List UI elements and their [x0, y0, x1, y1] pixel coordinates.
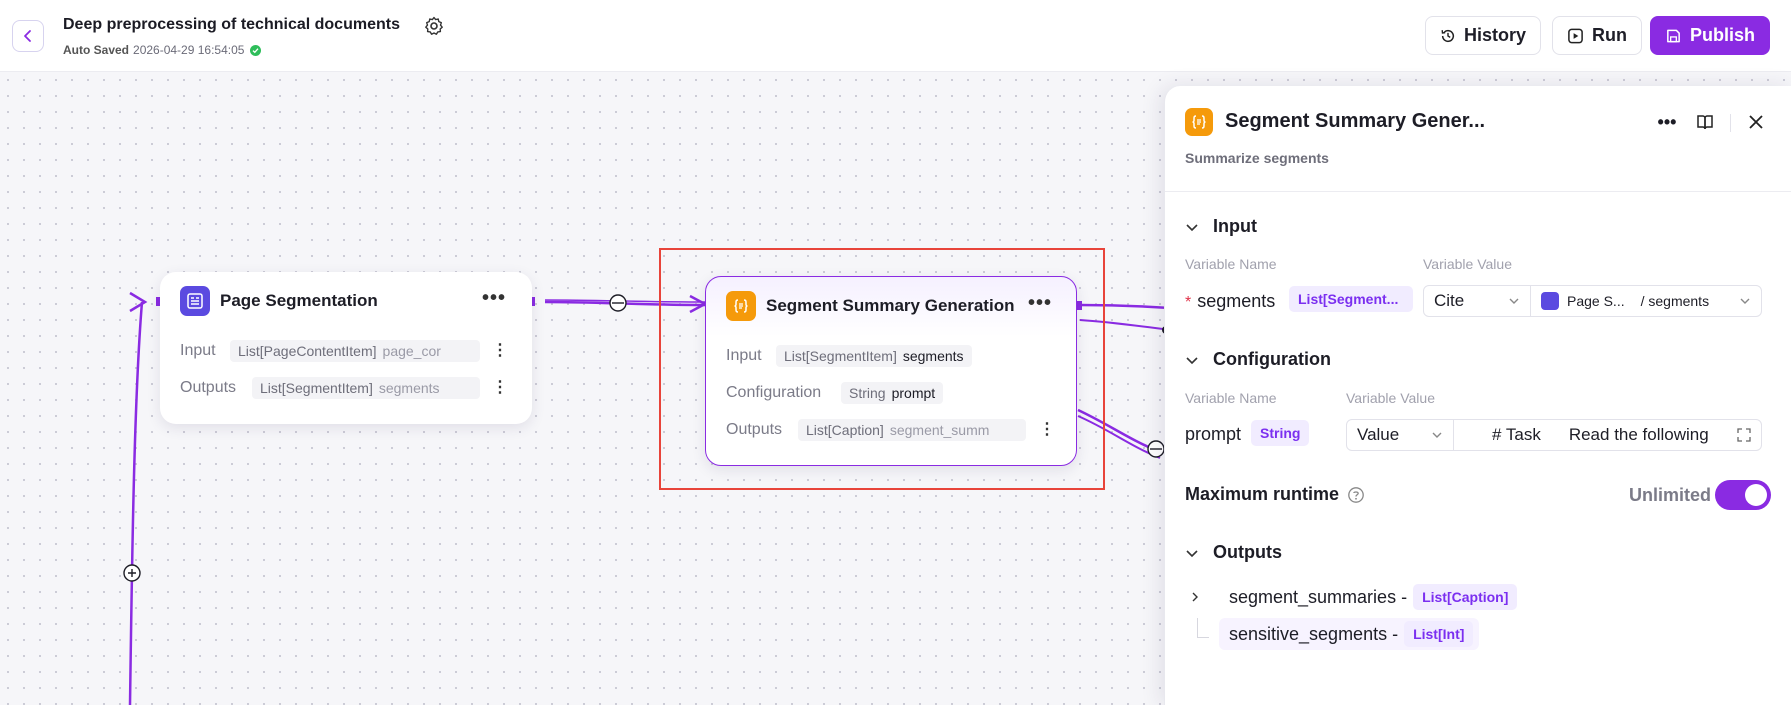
autosave-label: Auto Saved — [63, 43, 130, 57]
run-label: Run — [1592, 25, 1627, 45]
history-label: History — [1463, 25, 1526, 45]
max-runtime-toggle[interactable] — [1715, 480, 1771, 510]
input-label: Input — [180, 342, 216, 359]
input-type-badge: List[Segment... — [1289, 286, 1413, 312]
input-mode-value: Cite — [1434, 291, 1465, 310]
max-runtime-label: Maximum runtime — [1185, 484, 1365, 505]
publish-button[interactable]: Publish — [1650, 16, 1770, 55]
config-var-name: prompt — [1185, 424, 1242, 444]
close-icon[interactable] — [1744, 110, 1768, 134]
settings-gear-icon[interactable] — [423, 15, 445, 37]
history-button[interactable]: History — [1425, 16, 1541, 55]
output-name: segment_summaries - — [1229, 586, 1408, 607]
output-item[interactable]: sensitive_segments - List[Int] — [1219, 618, 1480, 650]
output-type: List[Int] — [1404, 621, 1474, 647]
section-title: Outputs — [1213, 542, 1282, 562]
config-type-badge: String — [1251, 420, 1310, 446]
book-icon[interactable] — [1693, 110, 1717, 134]
document-list-icon — [1541, 292, 1559, 310]
code-braces-icon — [1185, 108, 1213, 136]
input-ref-node: Page S... — [1567, 293, 1625, 309]
help-circle-icon[interactable] — [1347, 486, 1365, 504]
node-page-segmentation[interactable]: Page Segmentation ••• Input List[PageCon… — [160, 272, 532, 424]
input-name: page_cor — [382, 343, 441, 359]
max-runtime-value: Unlimited — [1629, 485, 1712, 505]
node-outputs-row: Outputs List[SegmentItem] segments — [180, 377, 480, 399]
config-value-head: # Task — [1492, 425, 1541, 444]
selection-highlight — [659, 248, 1105, 490]
input-var-tag[interactable]: List[PageContentItem] page_cor — [230, 340, 480, 362]
history-icon — [1441, 29, 1455, 42]
col-variable-name: Variable Name — [1185, 390, 1277, 406]
outputs-type: List[SegmentItem] — [260, 380, 373, 396]
node-config-panel: Segment Summary Gener... ••• Summarize s… — [1164, 86, 1791, 705]
tree-connector — [1197, 618, 1209, 638]
config-value-field[interactable]: # Task Read the following — [1453, 419, 1762, 451]
config-mode-select[interactable]: Value — [1346, 419, 1454, 451]
node-input-row: Input List[PageContentItem] page_cor — [180, 340, 480, 362]
section-title: Configuration — [1213, 349, 1331, 369]
input-var-name-text: segments — [1197, 291, 1276, 311]
config-mode-value: Value — [1357, 425, 1400, 444]
divider — [1165, 191, 1791, 192]
publish-label: Publish — [1689, 25, 1755, 45]
input-mode-select[interactable]: Cite — [1423, 285, 1531, 317]
kebab-icon[interactable]: ⋮ — [492, 340, 508, 360]
expand-icon[interactable] — [1737, 428, 1751, 442]
play-icon — [1568, 28, 1583, 43]
input-section-toggle[interactable]: Input — [1185, 216, 1257, 237]
run-button[interactable]: Run — [1552, 16, 1642, 55]
back-button[interactable] — [12, 20, 44, 52]
autosave-time: 2026-04-29 16:54:05 — [133, 43, 245, 57]
chevron-right-icon[interactable] — [1189, 591, 1201, 603]
chevron-down-icon — [1509, 298, 1519, 304]
outputs-section-toggle[interactable]: Outputs — [1185, 542, 1282, 563]
outputs-label: Outputs — [180, 379, 237, 396]
check-circle-icon — [250, 44, 262, 56]
panel-subtitle: Summarize segments — [1185, 150, 1329, 166]
output-item[interactable]: segment_summaries - List[Caption] — [1229, 584, 1518, 610]
divider — [1730, 114, 1731, 132]
chevron-down-icon — [1186, 223, 1198, 231]
outputs-var-tag[interactable]: List[SegmentItem] segments — [252, 377, 480, 399]
config-section-toggle[interactable]: Configuration — [1185, 349, 1331, 370]
output-type: List[Caption] — [1413, 584, 1518, 610]
chevron-down-icon — [1186, 549, 1198, 557]
output-name: sensitive_segments - — [1229, 623, 1399, 644]
chevron-down-icon — [1432, 432, 1442, 438]
node-header: Page Segmentation — [180, 286, 378, 316]
col-variable-value: Variable Value — [1346, 390, 1435, 406]
input-ref-var: / segments — [1640, 293, 1710, 309]
document-list-icon — [180, 286, 210, 316]
chevron-down-icon — [1186, 356, 1198, 364]
save-icon — [1667, 29, 1680, 42]
chevron-down-icon — [1740, 298, 1750, 304]
config-value-text: Read the following — [1568, 425, 1709, 444]
more-options-icon[interactable]: ••• — [482, 287, 506, 309]
panel-title[interactable]: Segment Summary Gener... — [1225, 110, 1485, 133]
autosave-status: Auto Saved 2026-04-29 16:54:05 — [63, 43, 262, 57]
input-type: List[PageContentItem] — [238, 343, 377, 359]
outputs-name: segments — [378, 380, 440, 396]
section-title: Input — [1213, 216, 1257, 236]
col-variable-name: Variable Name — [1185, 256, 1277, 272]
top-bar: Deep preprocessing of technical document… — [0, 0, 1791, 72]
chevron-left-icon — [24, 30, 31, 42]
max-runtime-text: Maximum runtime — [1185, 484, 1340, 504]
input-var-name: * segments — [1185, 291, 1275, 312]
kebab-icon[interactable]: ⋮ — [492, 377, 508, 397]
input-ref-select[interactable]: Page S... / segments — [1530, 285, 1762, 317]
required-marker: * — [1185, 294, 1192, 311]
col-variable-value: Variable Value — [1423, 256, 1512, 272]
node-title: Page Segmentation — [220, 291, 378, 310]
more-options-icon[interactable]: ••• — [1655, 110, 1679, 134]
page-title: Deep preprocessing of technical document… — [63, 16, 400, 33]
